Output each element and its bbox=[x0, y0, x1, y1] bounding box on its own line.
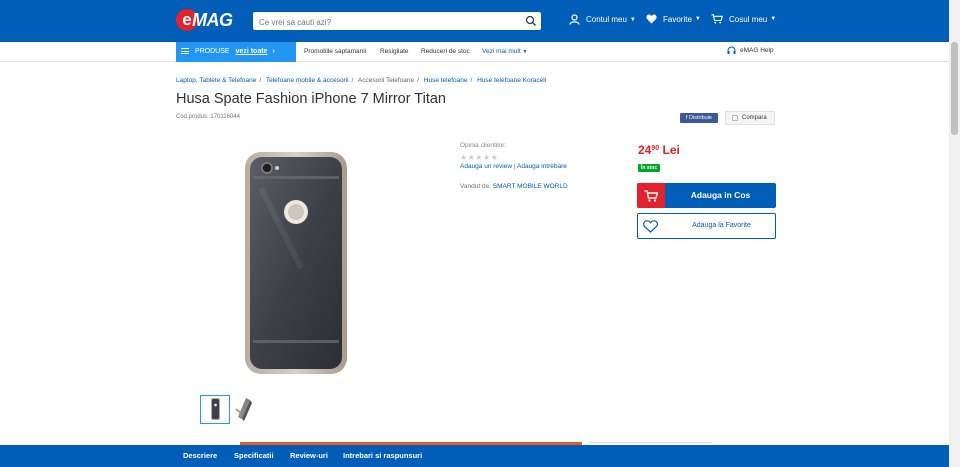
produse-menu-button[interactable]: PRODUSE vezi toate › bbox=[176, 42, 296, 62]
heart-icon bbox=[643, 220, 658, 233]
produse-label: PRODUSE bbox=[194, 48, 230, 55]
heart-icon bbox=[646, 14, 657, 24]
add-to-cart-label: Adauga in Cos bbox=[690, 190, 751, 200]
top-header: e MAG Contul meu ▼ Favorite ▼ Cosul meu … bbox=[0, 0, 949, 42]
page-scrollbar[interactable] bbox=[949, 0, 960, 467]
product-code: Cod produs: 170116044 bbox=[176, 114, 240, 120]
search-icon[interactable] bbox=[525, 15, 537, 27]
favorites-menu[interactable]: Favorite ▼ bbox=[646, 14, 701, 24]
favorites-label: Favorite bbox=[663, 14, 692, 24]
sold-by-label: Vandut de: bbox=[460, 183, 491, 190]
seller-link[interactable]: SMART MOBILE WORLD bbox=[493, 183, 568, 190]
cart-icon bbox=[711, 14, 723, 24]
breadcrumb-item[interactable]: Huse telefoane bbox=[424, 77, 468, 84]
product-title: Husa Spate Fashion iPhone 7 Mirror Titan bbox=[176, 91, 446, 107]
help-label: eMAG Help bbox=[740, 47, 774, 54]
chevron-right-icon: › bbox=[272, 48, 275, 55]
facebook-share-button[interactable]: f Distribuie bbox=[680, 113, 718, 123]
compare-button[interactable]: Compara bbox=[725, 111, 775, 125]
search-input[interactable] bbox=[253, 13, 513, 32]
logo-text: MAG bbox=[192, 10, 233, 30]
cart-icon bbox=[644, 189, 658, 202]
account-label: Contul meu bbox=[586, 15, 627, 24]
sub-navigation bbox=[0, 42, 949, 62]
compare-checkbox[interactable] bbox=[732, 115, 738, 121]
tab-descriere[interactable]: Descriere bbox=[183, 451, 217, 460]
breadcrumb-item[interactable]: Telefoane mobile & accesorii bbox=[266, 77, 349, 84]
price-decimals: 90 bbox=[651, 145, 660, 152]
emag-help-link[interactable]: eMAG Help bbox=[727, 46, 774, 55]
add-to-favorites-label: Adauga la Favorite bbox=[692, 222, 751, 229]
account-menu[interactable]: Contul meu ▼ bbox=[569, 14, 636, 25]
price-integer: 24 bbox=[638, 143, 652, 157]
product-thumbnail-2[interactable] bbox=[233, 395, 255, 424]
breadcrumb-item: Accesorii Telefoane bbox=[357, 77, 415, 84]
breadcrumb-item[interactable]: Laptop, Tablete & Telefoane bbox=[176, 77, 256, 84]
breadcrumb-item[interactable]: Huse telefoane Koracell bbox=[477, 77, 546, 84]
search-box bbox=[253, 12, 541, 32]
add-to-cart-button[interactable]: Adauga in Cos bbox=[637, 183, 776, 208]
scrollbar-thumb[interactable] bbox=[951, 42, 958, 135]
headset-icon bbox=[727, 46, 736, 54]
product-section-nav: Descriere Specificatii Review-uri Intreb… bbox=[0, 445, 949, 467]
subnav-link-resigilate[interactable]: Resigilate bbox=[380, 48, 409, 55]
product-thumbnail-1[interactable] bbox=[200, 395, 230, 424]
subnav-link-reduceri[interactable]: Reduceri de stoc bbox=[421, 48, 470, 55]
cart-label: Cosul meu bbox=[729, 14, 768, 24]
review-links: Adauga un review | Adauga intrebare bbox=[460, 163, 567, 170]
tab-intrebari[interactable]: Intrebari si raspunsuri bbox=[343, 451, 422, 460]
user-icon bbox=[569, 14, 580, 25]
chevron-down-icon: ▼ bbox=[522, 49, 528, 55]
product-price: 2490 Lei bbox=[638, 143, 680, 157]
rating-stars: ★★★★★ bbox=[460, 153, 499, 162]
hamburger-icon bbox=[181, 47, 189, 56]
add-review-link[interactable]: Adauga un review bbox=[460, 163, 512, 170]
subnav-link-vezi-mai-mult[interactable]: Vezi mai mult ▼ bbox=[482, 48, 527, 55]
tab-review-uri[interactable]: Review-uri bbox=[290, 451, 328, 460]
thumbnail-image bbox=[235, 398, 252, 421]
emag-logo[interactable]: e MAG bbox=[176, 9, 244, 31]
product-image[interactable] bbox=[241, 148, 351, 378]
breadcrumb: Laptop, Tablete & Telefoane / Telefoane m… bbox=[176, 77, 547, 84]
tab-specificatii[interactable]: Specificatii bbox=[234, 451, 274, 460]
customer-opinion-label: Opinia clientilor: bbox=[460, 142, 507, 149]
chevron-down-icon: ▼ bbox=[629, 16, 636, 23]
add-question-link[interactable]: Adauga intrebare bbox=[517, 163, 567, 170]
cart-icon-box bbox=[637, 183, 665, 208]
compare-label: Compara bbox=[742, 115, 767, 121]
subnav-link-promotii[interactable]: Promotiile saptamanii bbox=[304, 48, 366, 55]
chevron-down-icon: ▼ bbox=[770, 16, 777, 22]
chevron-down-icon: ▼ bbox=[694, 16, 701, 22]
sold-by: Vandut de: SMART MOBILE WORLD bbox=[460, 183, 568, 190]
section-divider bbox=[590, 442, 712, 443]
vezi-toate-link[interactable]: vezi toate bbox=[236, 48, 268, 55]
cart-menu[interactable]: Cosul meu ▼ bbox=[711, 14, 776, 24]
vezi-mai-mult-label: Vezi mai mult bbox=[482, 48, 521, 55]
stock-badge: În stoc bbox=[638, 164, 661, 172]
thumbnail-image bbox=[211, 398, 220, 420]
add-to-favorites-button[interactable]: Adauga la Favorite bbox=[637, 213, 776, 239]
price-currency: Lei bbox=[662, 143, 680, 157]
